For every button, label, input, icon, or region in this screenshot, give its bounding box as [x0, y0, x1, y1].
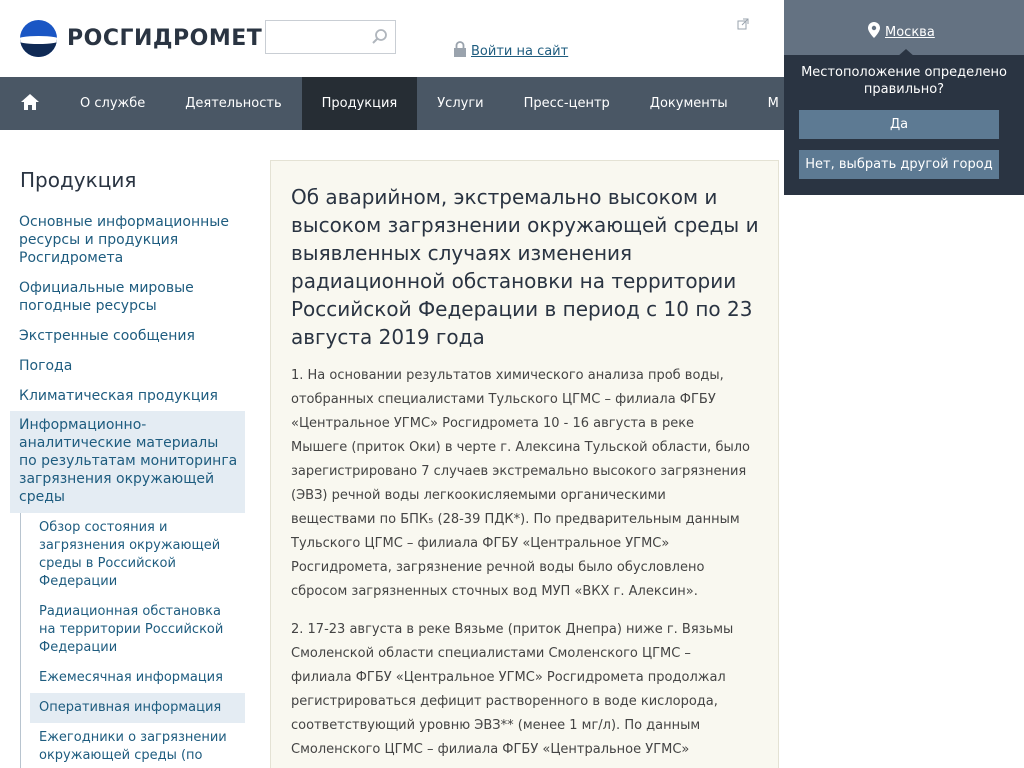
sidebar-item-main-resources[interactable]: Основные информационные ресурсы и продук… [19, 213, 244, 267]
sidebar-item-monitoring-label: Информационно-аналитические материалы по… [19, 417, 238, 505]
submenu-divider [20, 513, 21, 768]
submenu-item-monthly[interactable]: Ежемесячная информация [39, 669, 239, 687]
logo-icon [20, 20, 57, 57]
submenu-item-yearbooks[interactable]: Ежегодники о загрязнении окружающей сред… [39, 729, 239, 765]
sidebar-item-monitoring[interactable]: Информационно-аналитические материалы по… [10, 411, 245, 513]
site-logo[interactable]: РОСГИДРОМЕТ [20, 20, 262, 57]
location-question: Местоположение определено правильно? [801, 65, 1007, 97]
nav-item-products[interactable]: Продукция [301, 77, 418, 130]
location-city[interactable]: Москва [868, 22, 935, 42]
nav-item-services[interactable]: Услуги [417, 77, 503, 130]
article-paragraph-2: 2. 17-23 августа в реке Вязьме (приток Д… [291, 622, 734, 757]
article-paragraph-1: 1. На основании результатов химического … [291, 368, 750, 599]
sidebar-item-emergency[interactable]: Экстренные сообщения [19, 327, 244, 345]
sidebar-item-weather[interactable]: Погода [19, 357, 244, 375]
login-area: Войти на сайт [453, 41, 568, 61]
login-link[interactable]: Войти на сайт [471, 44, 568, 59]
nav-item-documents[interactable]: Документы [630, 77, 748, 130]
submenu-item-radiation[interactable]: Радиационная обстановка на территории Ро… [39, 603, 239, 657]
nav-item-activity[interactable]: Деятельность [165, 77, 301, 130]
article-panel: Об аварийном, экстремально высоком и выс… [270, 160, 779, 768]
home-button[interactable] [0, 77, 60, 130]
lock-icon [453, 41, 467, 61]
city-link[interactable]: Москва [885, 25, 935, 40]
submenu-item-operative[interactable]: Оперативная информация [39, 699, 239, 717]
logo-text: РОСГИДРОМЕТ [67, 26, 263, 51]
sidebar-item-world-weather[interactable]: Официальные мировые погодные ресурсы [19, 279, 244, 315]
search-input[interactable] [265, 20, 396, 54]
nav-item-press[interactable]: Пресс-центр [504, 77, 630, 130]
search-icon[interactable] [369, 26, 391, 48]
sidebar-title: Продукция [20, 168, 137, 192]
submenu-item-overview[interactable]: Обзор состояния и загрязнения окружающей… [39, 519, 239, 591]
article-title: Об аварийном, экстремально высоком и выс… [291, 185, 759, 349]
confirm-yes-button[interactable]: Да [799, 110, 999, 139]
external-link-icon[interactable] [737, 15, 749, 34]
sidebar-item-climate[interactable]: Климатическая продукция [19, 387, 244, 405]
location-confirm-box: Местоположение определено правильно? Да … [784, 55, 1024, 195]
map-pin-icon [868, 22, 880, 42]
choose-city-button[interactable]: Нет, выбрать другой город [799, 150, 999, 179]
nav-item-about[interactable]: О службе [60, 77, 165, 130]
location-panel: Москва Местоположение определено правиль… [784, 0, 1024, 195]
home-icon [20, 93, 40, 115]
